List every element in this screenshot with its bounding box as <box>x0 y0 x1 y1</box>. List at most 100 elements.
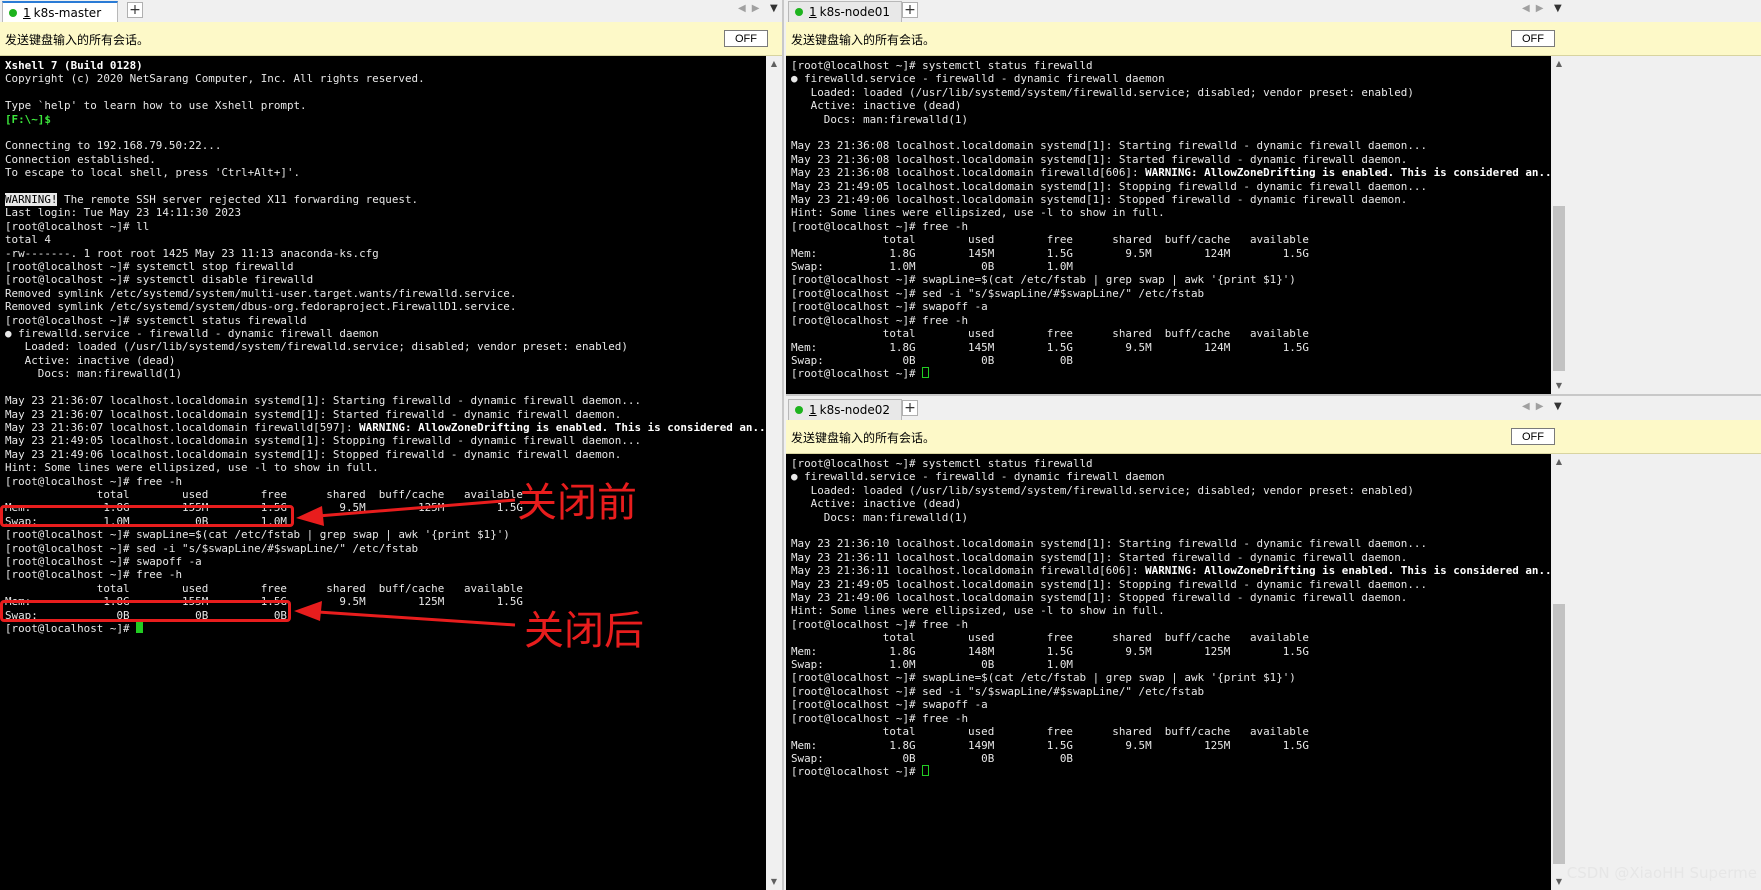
terminal-text-segment: [root@localhost ~]# swapLine=$(cat /etc/… <box>791 273 1296 287</box>
terminal-line: [root@localhost ~]# sed -i "s/$swapLine/… <box>791 287 1551 300</box>
terminal-line: [root@localhost ~]# swapLine=$(cat /etc/… <box>791 671 1551 684</box>
broadcast-off-button[interactable]: OFF <box>1511 30 1555 47</box>
tab-title: k8s-node01 <box>819 5 891 19</box>
terminal-text-segment: Active: inactive (dead) <box>791 497 962 511</box>
tab-title: k8s-node02 <box>819 403 891 417</box>
terminal-text-segment: Active: inactive (dead) <box>791 99 962 113</box>
terminal-text-segment: Hint: Some lines were ellipsized, use -l… <box>791 206 1165 220</box>
broadcast-text: 发送键盘输入的所有会话。 <box>791 431 936 445</box>
terminal-text-segment: May 23 21:36:10 localhost.localdomain sy… <box>791 537 1428 551</box>
terminal-line: Loaded: loaded (/usr/lib/systemd/system/… <box>791 484 1551 497</box>
terminal-text-segment: May 23 21:49:06 localhost.localdomain sy… <box>791 193 1408 207</box>
tab-scroll-arrows-icon[interactable]: ◀▶ <box>1522 401 1549 412</box>
add-tab-button[interactable]: + <box>902 400 918 416</box>
tab-scroll-arrows-icon[interactable]: ◀▶ <box>1522 3 1549 14</box>
terminal-text: [root@localhost ~]# systemctl status fir… <box>786 56 1551 381</box>
terminal-line: [root@localhost ~]# systemctl status fir… <box>791 457 1551 470</box>
terminal-line: [root@localhost ~]# free -h <box>791 220 1551 233</box>
terminal-line: May 23 21:36:11 localhost.localdomain sy… <box>791 551 1551 564</box>
terminal-text-segment: ● firewalld.service - firewalld - dynami… <box>791 72 1165 86</box>
terminal-line: Swap: 0B 0B 0B <box>791 354 1551 367</box>
broadcast-off-button[interactable]: OFF <box>1511 428 1555 445</box>
terminal-line: ● firewalld.service - firewalld - dynami… <box>791 470 1551 483</box>
annotation-arrows <box>294 498 516 627</box>
terminal-output[interactable]: [root@localhost ~]# systemctl status fir… <box>786 56 1551 394</box>
terminal-text-segment: Loaded: loaded (/usr/lib/systemd/system/… <box>791 85 1414 99</box>
scrollbar-thumb[interactable] <box>1553 604 1565 864</box>
broadcast-bar: 发送键盘输入的所有会话。 OFF <box>786 420 1761 454</box>
terminal-line: total used free shared buff/cache availa… <box>791 725 1551 738</box>
terminal-line: May 23 21:49:06 localhost.localdomain sy… <box>791 193 1551 206</box>
terminal-text-segment: total used free shared buff/cache availa… <box>791 631 1309 645</box>
tab-menu-chevron-down-icon[interactable]: ▼ <box>1554 3 1562 14</box>
scroll-up-icon[interactable]: ▲ <box>1551 454 1567 470</box>
watermark: CSDN @XiaoHH Superme <box>1566 864 1757 882</box>
tab-menu-chevron-down-icon[interactable]: ▼ <box>1554 401 1562 412</box>
arrow-line-before <box>317 498 516 518</box>
terminal-text-segment: May 23 21:36:11 localhost.localdomain sy… <box>791 550 1408 564</box>
terminal-text-segment: [root@localhost ~]# systemctl status fir… <box>791 59 1093 72</box>
terminal-text-segment: May 23 21:49:05 localhost.localdomain sy… <box>791 577 1428 591</box>
terminal-text-segment: Swap: 0B 0B 0B <box>791 353 1073 367</box>
tab-bar: 1 k8s-node01 + ◀▶ ▼ <box>786 0 1761 23</box>
terminal-text-segment: May 23 21:36:08 localhost.localdomain sy… <box>791 152 1408 166</box>
terminal-scrollbar[interactable]: ▲ ▼ <box>1551 454 1567 890</box>
terminal-line: [root@localhost ~]# sed -i "s/$swapLine/… <box>791 685 1551 698</box>
terminal-line: Mem: 1.8G 148M 1.5G 9.5M 125M 1.5G <box>791 645 1551 658</box>
terminal-line: [root@localhost ~]# free -h <box>791 314 1551 327</box>
terminal-text: [root@localhost ~]# systemctl status fir… <box>786 454 1551 779</box>
connected-status-icon <box>795 8 803 16</box>
terminal-text-segment: Docs: man:firewalld(1) <box>791 112 969 126</box>
scroll-down-icon[interactable]: ▼ <box>1551 378 1567 394</box>
terminal-text-segment: May 23 21:49:06 localhost.localdomain sy… <box>791 591 1408 605</box>
terminal-text-segment: Loaded: loaded (/usr/lib/systemd/system/… <box>791 483 1414 497</box>
terminal-line: [root@localhost ~]# <box>791 765 1551 778</box>
annotation-label-after: 关闭后 <box>524 608 644 654</box>
terminal-text-segment: ● firewalld.service - firewalld - dynami… <box>791 470 1165 484</box>
terminal-line: Docs: man:firewalld(1) <box>791 113 1551 126</box>
terminal-line: [root@localhost ~]# systemctl status fir… <box>791 59 1551 72</box>
terminal-line: May 23 21:49:05 localhost.localdomain sy… <box>791 578 1551 591</box>
terminal-line: May 23 21:49:06 localhost.localdomain sy… <box>791 591 1551 604</box>
tab-k8s-node02[interactable]: 1 k8s-node02 <box>788 399 902 420</box>
terminal-line: Swap: 1.0M 0B 1.0M <box>791 260 1551 273</box>
terminal-line: Mem: 1.8G 149M 1.5G 9.5M 125M 1.5G <box>791 739 1551 752</box>
tab-k8s-node01[interactable]: 1 k8s-node01 <box>788 1 902 22</box>
terminal-text-segment: May 23 21:36:11 localhost.localdomain fi… <box>791 564 1146 578</box>
scroll-down-icon[interactable]: ▼ <box>1551 874 1567 890</box>
pane-k8s-node02: 1 k8s-node02 + ◀▶ ▼ 发送键盘输入的所有会话。 OFF [ro… <box>786 398 1761 890</box>
terminal-text-segment: WARNING: AllowZoneDrifting is enabled. T… <box>1145 564 1551 578</box>
terminal-text-segment: Hint: Some lines were ellipsized, use -l… <box>791 604 1165 618</box>
terminal-text-segment: May 23 21:36:08 localhost.localdomain fi… <box>791 166 1146 180</box>
terminal-text-segment: [root@localhost ~]# free -h <box>791 711 969 725</box>
terminal-line: May 23 21:36:08 localhost.localdomain sy… <box>791 153 1551 166</box>
terminal-text-segment: [root@localhost ~]# free -h <box>791 219 969 233</box>
scrollbar-thumb[interactable] <box>1553 206 1565 371</box>
terminal-text-segment: Swap: 1.0M 0B 1.0M <box>791 658 1073 672</box>
terminal-line: total used free shared buff/cache availa… <box>791 327 1551 340</box>
scroll-up-icon[interactable]: ▲ <box>1551 56 1567 72</box>
terminal-line: Active: inactive (dead) <box>791 497 1551 510</box>
terminal-line: Loaded: loaded (/usr/lib/systemd/system/… <box>791 86 1551 99</box>
arrow-head-after <box>294 601 322 621</box>
terminal-line: Hint: Some lines were ellipsized, use -l… <box>791 604 1551 617</box>
terminal-line: [root@localhost ~]# free -h <box>791 712 1551 725</box>
terminal-output[interactable]: [root@localhost ~]# systemctl status fir… <box>786 454 1551 890</box>
terminal-text-segment: Mem: 1.8G 145M 1.5G 9.5M 124M 1.5G <box>791 340 1309 354</box>
terminal-text-segment: [root@localhost ~]# sed -i "s/$swapLine/… <box>791 286 1205 300</box>
terminal-scrollbar[interactable]: ▲ ▼ <box>1551 56 1567 394</box>
terminal-line: [root@localhost ~]# swapoff -a <box>791 300 1551 313</box>
terminal-text-segment: [root@localhost ~]# swapoff -a <box>791 698 988 712</box>
terminal-text-segment: [root@localhost ~]# <box>791 765 923 779</box>
terminal-line: May 23 21:36:08 localhost.localdomain sy… <box>791 139 1551 152</box>
terminal-text-segment: [root@localhost ~]# <box>791 367 923 381</box>
terminal-text-segment: May 23 21:36:08 localhost.localdomain sy… <box>791 139 1428 153</box>
tab-number: 1 <box>809 403 817 417</box>
terminal-text-segment: Docs: man:firewalld(1) <box>791 510 969 524</box>
terminal-text-segment: Mem: 1.8G 145M 1.5G 9.5M 124M 1.5G <box>791 246 1309 260</box>
add-tab-button[interactable]: + <box>902 2 918 18</box>
terminal-line: [root@localhost ~]# swapoff -a <box>791 698 1551 711</box>
arrow-head-before <box>296 506 324 526</box>
terminal-text-segment: Mem: 1.8G 149M 1.5G 9.5M 125M 1.5G <box>791 738 1309 752</box>
